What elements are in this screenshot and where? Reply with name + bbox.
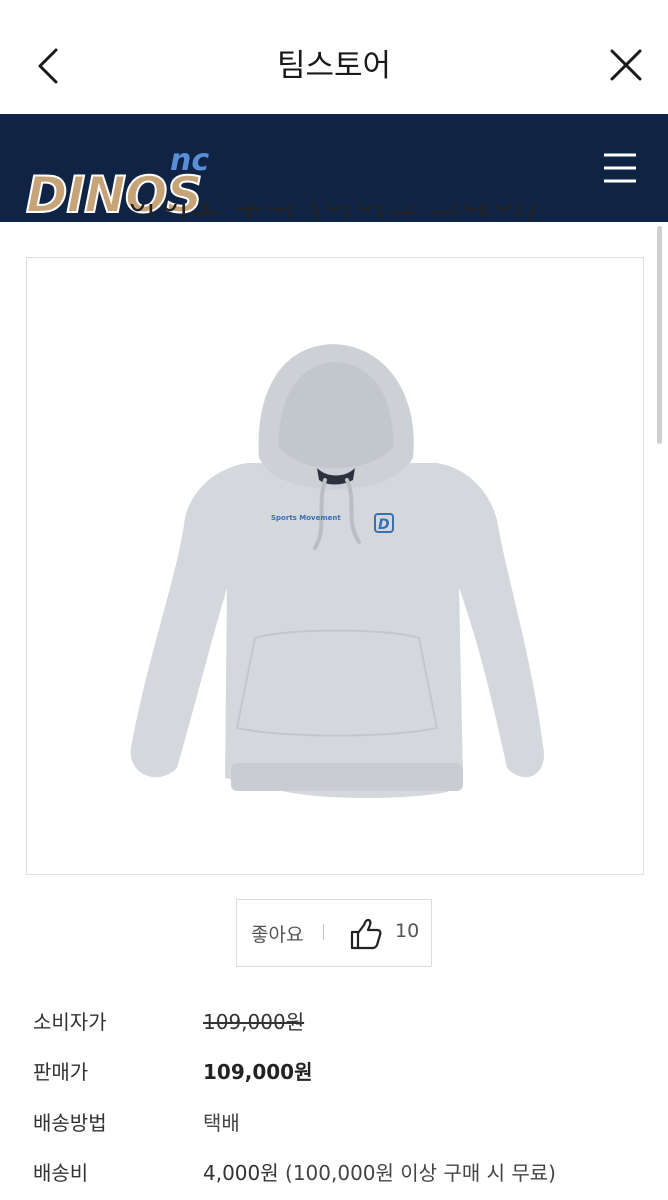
like-label: 좋아요 <box>251 924 304 946</box>
divider <box>323 924 324 940</box>
like-button[interactable]: 좋아요 10 <box>236 899 432 967</box>
menu-button[interactable] <box>598 146 642 190</box>
sale-price-value: 109,000원 <box>203 1060 313 1084</box>
shipping-fee-note: (100,000원 이상 구매 시 무료) <box>278 1161 556 1185</box>
scrollbar-thumb[interactable] <box>657 226 662 444</box>
info-label: 배송방법 <box>33 1111 107 1135</box>
info-label: 소비자가 <box>33 1010 107 1034</box>
thumbs-up-icon <box>350 918 382 950</box>
page-title: 팀스토어 <box>276 48 392 84</box>
shipping-fee-amount: 4,000원 <box>203 1161 279 1185</box>
back-button[interactable] <box>30 44 70 88</box>
svg-text:D: D <box>378 517 390 533</box>
info-label: 배송비 <box>33 1161 89 1185</box>
top-nav-bar: 팀스토어 <box>0 0 668 115</box>
like-count: 10 <box>395 920 420 942</box>
list-price-value: 109,000원 <box>203 1010 305 1034</box>
gray-hoodie-image[interactable]: Sports Movement D <box>27 258 643 874</box>
close-icon <box>610 49 642 81</box>
close-button[interactable] <box>600 44 650 88</box>
product-title: 아이오 후디 (아이크 그레이) <box>128 204 540 223</box>
hamburger-menu-icon <box>604 153 636 183</box>
chevron-left-icon <box>38 48 58 84</box>
product-image-frame: Sports Movement D <box>26 257 644 875</box>
info-label: 판매가 <box>33 1060 89 1084</box>
chest-print-text: Sports Movement <box>271 514 341 522</box>
shipping-method-value: 택배 <box>203 1111 240 1135</box>
shipping-fee-value: 4,000원 (100,000원 이상 구매 시 무료) <box>203 1157 556 1186</box>
